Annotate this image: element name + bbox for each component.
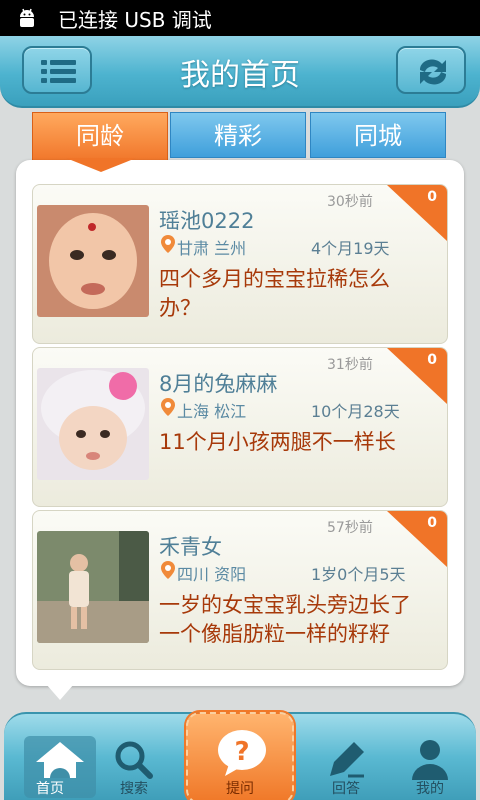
question-text[interactable]: 11个月小孩两腿不一样长	[159, 428, 431, 457]
ask-question-button[interactable]: ? 提问	[186, 712, 294, 800]
app-header: 我的首页	[0, 36, 480, 108]
status-text: 已连接 USB 调试	[58, 7, 212, 32]
baby-age: 10个月28天	[311, 402, 400, 421]
tab-same-age[interactable]: 同龄	[32, 112, 168, 164]
user-name[interactable]: 禾青女	[159, 531, 222, 561]
question-text[interactable]: 一岁的女宝宝乳头旁边长了一个像脂肪粒一样的籽籽	[159, 591, 431, 649]
answer-count: 0	[427, 515, 437, 531]
nav-mine-label: 我的	[416, 781, 444, 797]
post-card[interactable]: 瑶池0222 30秒前 0 甘肃 兰州 4个月19天 四个多月的宝宝拉稀怎么办？	[32, 184, 448, 344]
post-card[interactable]: 8月的兔麻麻 31秒前 0 上海 松江 10个月28天 11个月小孩两腿不一样长	[32, 347, 448, 507]
question-text[interactable]: 四个多月的宝宝拉稀怎么办？	[159, 265, 431, 323]
baby-photo[interactable]	[37, 531, 149, 643]
user-icon	[412, 740, 448, 780]
user-name[interactable]: 8月的兔麻麻	[159, 368, 277, 398]
answer-count: 0	[427, 352, 437, 368]
refresh-icon	[419, 59, 447, 85]
question-icon: ?	[218, 730, 266, 776]
answer-count-badge	[387, 185, 447, 241]
tab-featured[interactable]: 精彩	[170, 112, 306, 158]
active-tab-pointer	[66, 158, 136, 172]
nav-answer-label: 回答	[332, 781, 360, 797]
location-pin-icon	[161, 235, 175, 253]
nav-answer[interactable]: 回答	[304, 710, 388, 800]
post-time: 57秒前	[327, 520, 373, 536]
baby-age: 1岁0个月5天	[311, 565, 406, 584]
tab-same-city[interactable]: 同城	[310, 112, 446, 158]
nav-search[interactable]: 搜索	[92, 710, 176, 800]
user-location: 上海 松江	[177, 402, 247, 421]
baby-age: 4个月19天	[311, 239, 390, 258]
baby-photo[interactable]	[37, 205, 149, 317]
user-location: 甘肃 兰州	[177, 239, 247, 258]
user-name[interactable]: 瑶池0222	[159, 205, 254, 235]
refresh-button[interactable]	[396, 46, 466, 94]
baby-photo[interactable]	[37, 368, 149, 480]
ask-label: 提问	[226, 781, 254, 797]
location-pin-icon	[161, 398, 175, 416]
pen-icon	[330, 742, 364, 778]
nav-search-label: 搜索	[120, 781, 148, 797]
post-card[interactable]: 禾青女 57秒前 0 四川 资阳 1岁0个月5天 一岁的女宝宝乳头旁边长了一个像…	[32, 510, 448, 670]
home-icon	[36, 742, 84, 778]
android-icon	[16, 7, 38, 29]
nav-home[interactable]: 首页	[8, 710, 96, 800]
panel-pointer	[46, 684, 74, 700]
post-time: 31秒前	[327, 357, 373, 373]
answer-count-badge	[387, 511, 447, 567]
post-time: 30秒前	[327, 194, 373, 210]
location-pin-icon	[161, 561, 175, 579]
nav-mine[interactable]: 我的	[388, 710, 472, 800]
search-icon	[115, 741, 153, 779]
answer-count-badge	[387, 348, 447, 404]
user-location: 四川 资阳	[177, 565, 247, 584]
svg-text:?: ?	[234, 737, 249, 767]
status-bar: 已连接 USB 调试	[0, 0, 480, 36]
nav-home-label: 首页	[36, 781, 64, 797]
tab-bar: 同龄 精彩 同城	[32, 112, 446, 164]
answer-count: 0	[427, 189, 437, 205]
